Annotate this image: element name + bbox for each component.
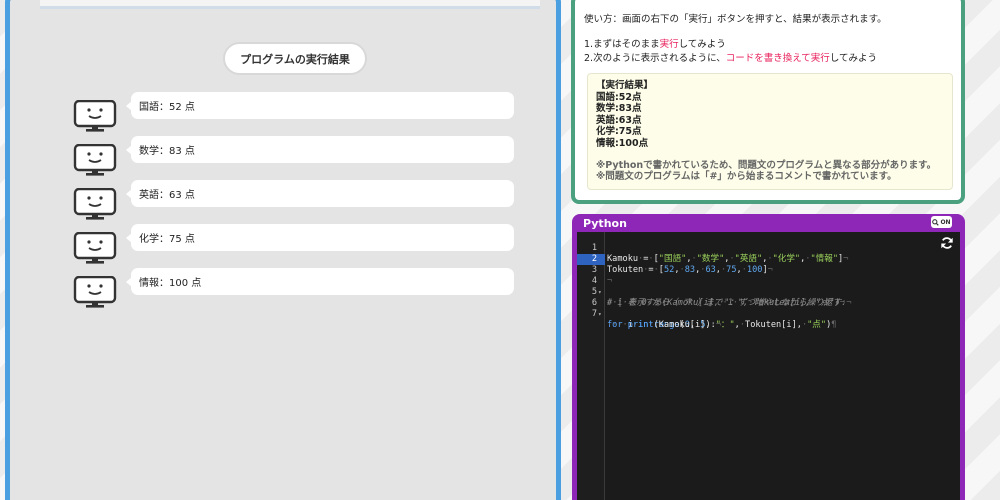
monitor-face-icon: [73, 276, 117, 308]
line-number: 7: [591, 309, 597, 319]
usage-text: 使い方：画面の右下の「実行」ボタンを押すと、結果が表示されます。: [584, 14, 887, 25]
zoom-toggle-button[interactable]: ON: [931, 216, 952, 228]
code-editor[interactable]: 1 Kamoku·=·["国語",·"数学",·"英語",·"化学",·"情報"…: [577, 232, 960, 500]
expected-result-header: 【実行結果】: [596, 80, 654, 91]
code-line[interactable]: 6 ▾ for·i·in·range(0,·5):¬: [577, 287, 960, 330]
editor-language-label: Python: [583, 217, 627, 230]
expected-result-line: 英語:63点: [596, 114, 642, 126]
step-1: 1.まずはそのまま実行してみよう: [584, 36, 726, 50]
output-bubble: 国語：52 点: [126, 92, 514, 119]
monitor-face-icon: [73, 188, 117, 220]
step-2-prefix: 2.次のように表示されるように、: [584, 53, 726, 64]
code-line[interactable]: 4 ▾ #·i·を·0·から（·ア·）まで·1·ずつ増やしながら繰り返す:¬: [577, 265, 960, 308]
code-line[interactable]: 1 Kamoku·=·["国語",·"数学",·"英語",·"化学",·"情報"…: [577, 232, 960, 264]
instruction-panel: 使い方：画面の右下の「実行」ボタンを押すと、結果が表示されます。 1.まずはその…: [571, 0, 965, 204]
step-1-prefix: 1.まずはそのまま: [584, 39, 660, 50]
result-title: プログラムの実行結果: [223, 42, 367, 75]
output-bubble: 化学：75 点: [126, 224, 514, 251]
step-2: 2.次のように表示されるように、コードを書き換えて実行してみよう: [584, 50, 877, 64]
code-line[interactable]: 7 ····print(Kamoku[i],·"：",·Tokuten[i],·…: [577, 298, 960, 330]
step-2-highlight: コードを書き換えて実行: [725, 53, 830, 64]
output-bubble: 情報：100 点: [126, 268, 514, 295]
expected-result-line: 国語:52点: [596, 91, 642, 103]
output-row: 情報：100 点: [10, 268, 556, 308]
refresh-icon[interactable]: [940, 236, 954, 250]
output-bubble: 英語：63 点: [126, 180, 514, 207]
code-text[interactable]: ····print(Kamoku[i],·"：",·Tokuten[i],·"点…: [607, 320, 836, 331]
monitor-face-icon: [73, 100, 117, 132]
monitor-face-icon: [73, 144, 117, 176]
output-bubble: 数学：83 点: [126, 136, 514, 163]
output-row: 数学：83 点: [10, 136, 556, 176]
expected-result-note: ※Pythonで書かれているため、問題文のプログラムと異なる部分があります。: [596, 159, 937, 171]
expected-result-line: 数学:83点: [596, 103, 642, 115]
step-1-suffix: してみよう: [678, 39, 726, 50]
expected-result-box: 【実行結果】 国語:52点 数学:83点 英語:63点 化学:75点 情報:10…: [587, 73, 953, 190]
code-line[interactable]: 5 #·|·表示する(Kamoku[i],·"：",·Tokuten[i],·"…: [577, 276, 960, 308]
expected-result-line: 化学:75点: [596, 126, 642, 138]
code-line[interactable]: 2 Tokuten·=·[52,·83,·63,·75,·100]¬: [577, 243, 960, 275]
result-panel-top-strip: [40, 0, 540, 9]
zoom-toggle-label: ON: [940, 218, 951, 226]
code-line[interactable]: 3 ¬: [577, 254, 960, 286]
code-editor-panel: Python ON 1 Kamoku·=·["国語",·"数学",·"英語",·…: [572, 214, 965, 500]
magnifier-icon: [932, 218, 940, 226]
output-row: 英語：63 点: [10, 180, 556, 220]
step-1-highlight: 実行: [659, 39, 679, 50]
step-2-suffix: してみよう: [829, 53, 878, 64]
expected-result-line: 情報:100点: [596, 137, 649, 149]
output-row: 化学：75 点: [10, 224, 556, 264]
result-panel: プログラムの実行結果 国語：52 点 数学：83 点 英語：63 点 化学：75…: [5, 0, 561, 500]
monitor-face-icon: [73, 232, 117, 264]
output-row: 国語：52 点: [10, 92, 556, 132]
expected-result-note: ※問題文のプログラムは「#」から始まるコメントで書かれています。: [596, 171, 897, 183]
